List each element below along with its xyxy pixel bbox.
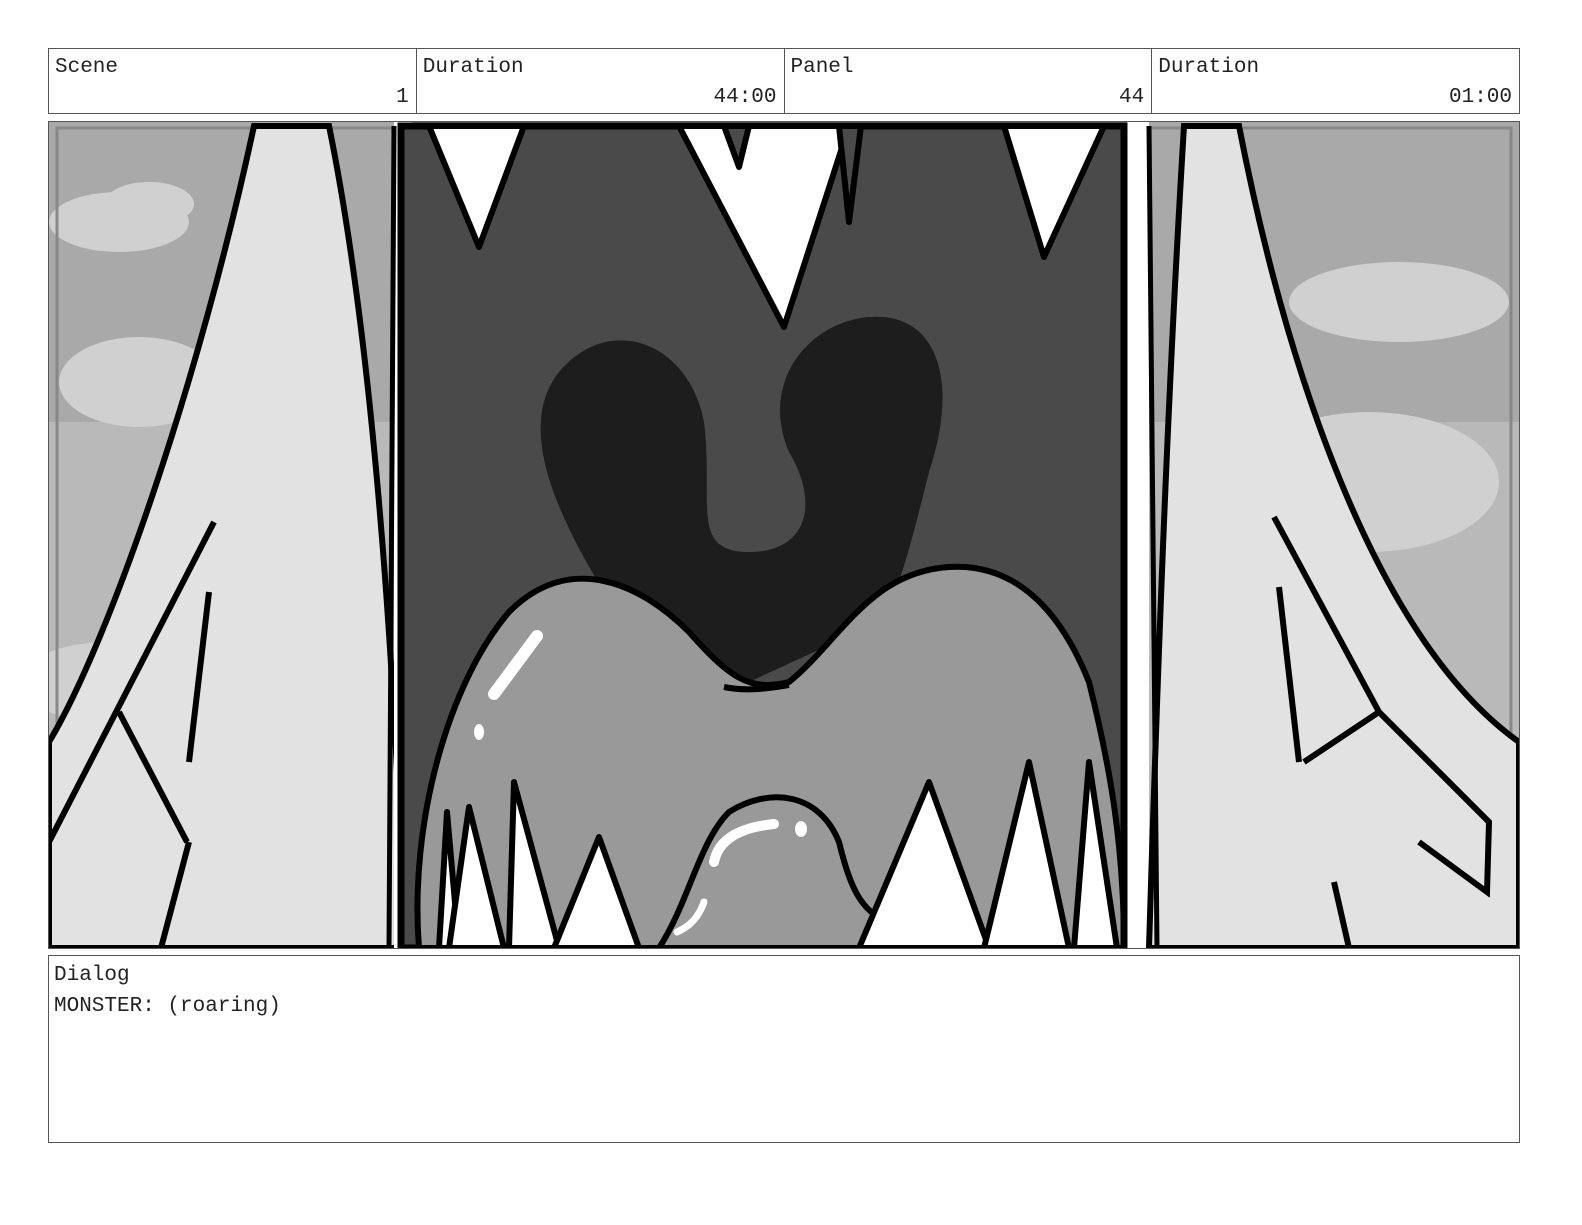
scene-duration-cell: Duration 44:00: [417, 49, 785, 113]
panel-value: 44: [1119, 86, 1145, 109]
panel-duration-value: 01:00: [1448, 86, 1512, 109]
scene-cell: Scene 1: [49, 49, 417, 113]
panel-label: Panel: [790, 56, 854, 79]
panel-duration-cell: Duration 01:00: [1152, 49, 1519, 113]
panel-duration-label: Duration: [1158, 56, 1260, 79]
dialog-text: MONSTER: (roaring): [54, 995, 281, 1018]
dialog-label: Dialog: [54, 964, 130, 987]
storyboard-header: Scene 1 Duration 44:00 Panel 44 Duration…: [48, 48, 1520, 114]
panel-cell: Panel 44: [785, 49, 1153, 113]
scene-duration-value: 44:00: [713, 86, 777, 109]
dialog-box: Dialog MONSTER: (roaring): [48, 955, 1520, 1143]
scene-label: Scene: [55, 56, 119, 79]
scene-value: 1: [396, 86, 409, 109]
storyboard-panel-image: [48, 121, 1520, 949]
monster-mouth-drawing: [49, 122, 1519, 948]
scene-duration-label: Duration: [422, 56, 524, 79]
